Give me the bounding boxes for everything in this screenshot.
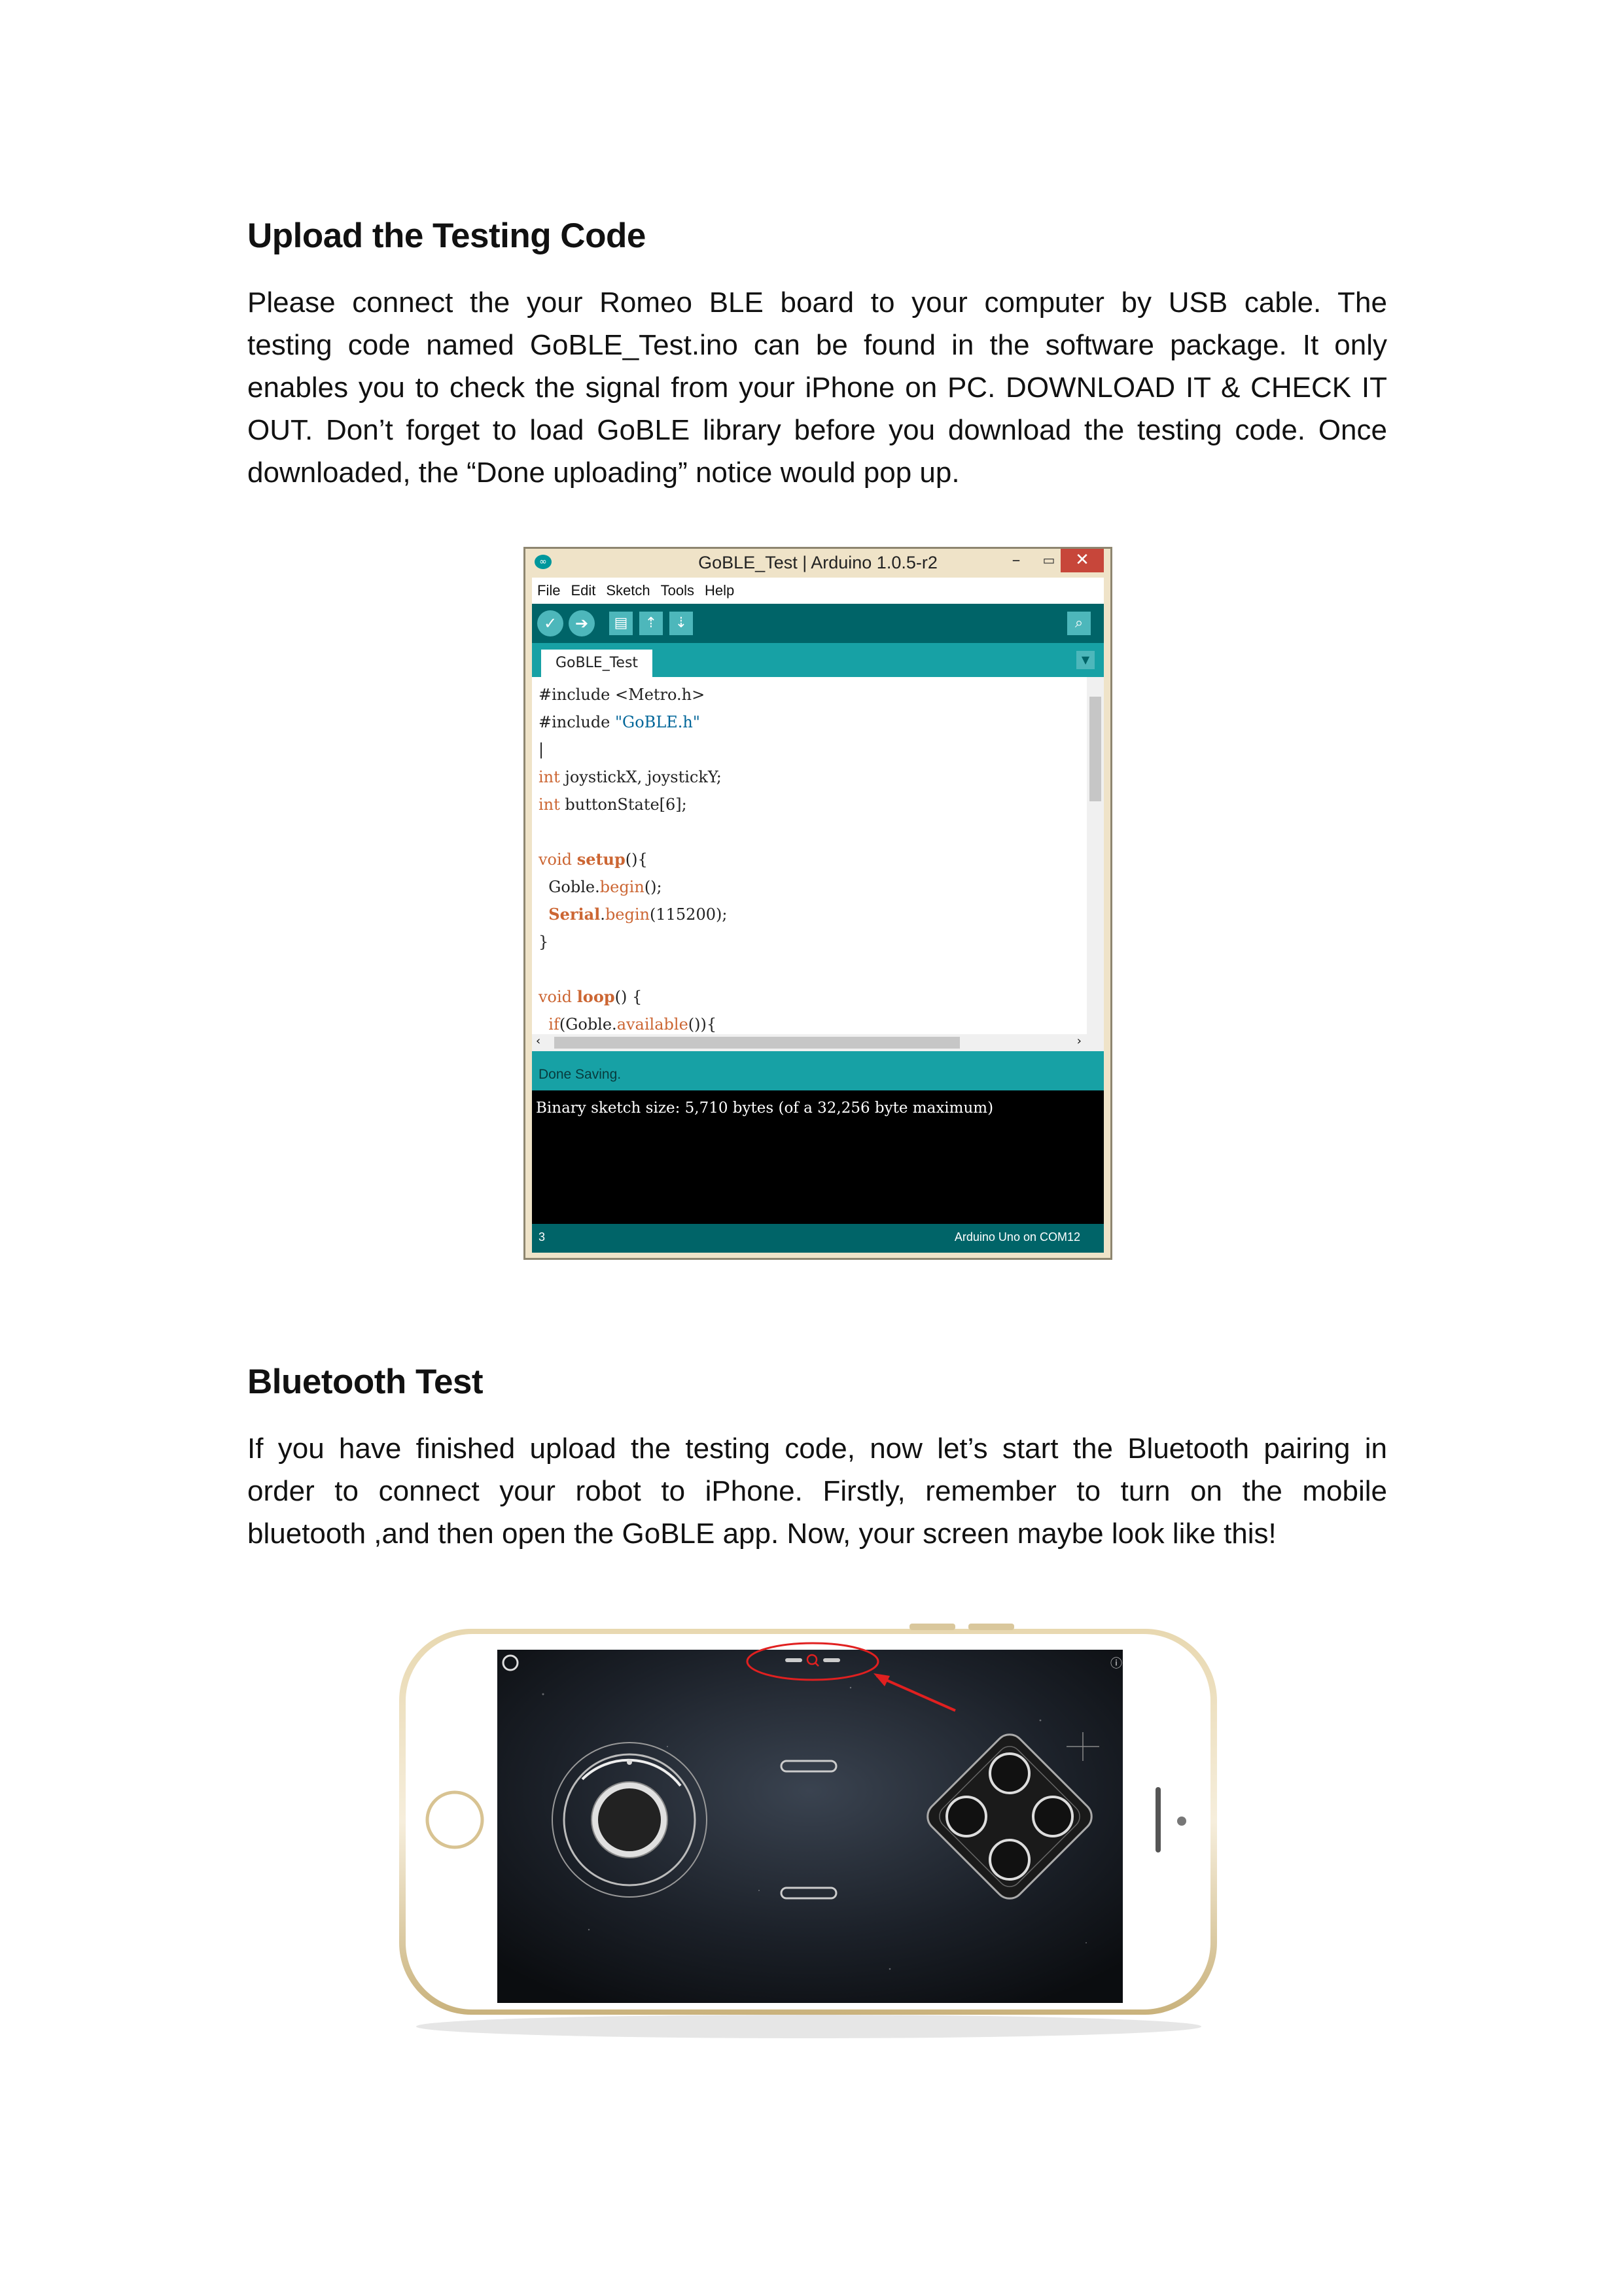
iphone-goble-screenshot: ⓘ — [393, 1616, 1225, 2041]
menu-bar: File Edit Sketch Tools Help — [532, 578, 1104, 604]
code-line: int buttonState[6]; — [538, 795, 687, 814]
horizontal-scrollbar[interactable]: ‹ › — [532, 1034, 1087, 1051]
paragraph-line: OUT. Don’t forget to load GoBLE library … — [247, 414, 1387, 446]
search-bar-right — [823, 1658, 840, 1662]
ide-body: File Edit Sketch Tools Help ✓ ➔ ▤ ⇡ ⇣ ⌕ GoBL… — [532, 578, 1104, 1253]
speaker-grille — [1156, 1787, 1161, 1852]
phone-shadow — [416, 2015, 1201, 2038]
code-line: | — [538, 740, 544, 759]
status-text: Done Saving. — [538, 1067, 622, 1082]
code-line: Goble.begin(); — [538, 878, 662, 896]
volume-button — [909, 1624, 955, 1630]
menu-item-edit[interactable]: Edit — [571, 578, 595, 604]
open-icon[interactable]: ⇡ — [639, 612, 663, 635]
iphone-illustration: ⓘ — [399, 1624, 1217, 2038]
status-bar: Done Saving. — [532, 1051, 1104, 1090]
line-number: 3 — [538, 1230, 546, 1244]
search-bar-left — [785, 1658, 802, 1662]
paragraph-line: enables you to check the signal from you… — [247, 372, 1387, 404]
scroll-thumb[interactable] — [554, 1037, 960, 1049]
section-heading-bluetooth: Bluetooth Test — [247, 1363, 484, 1401]
menu-item-sketch[interactable]: Sketch — [606, 578, 650, 604]
scroll-left-icon[interactable]: ‹ — [536, 1034, 540, 1048]
window-titlebar: ∞ GoBLE_Test | Arduino 1.0.5-r2 – ▭ ✕ — [525, 549, 1110, 576]
ide-footer: 3 Arduino Uno on COM12 — [532, 1224, 1104, 1253]
volume-button — [968, 1624, 1014, 1630]
paragraph-line: Please connect the your Romeo BLE board … — [247, 287, 1387, 319]
menu-item-tools[interactable]: Tools — [661, 578, 694, 604]
info-icon[interactable]: ⓘ — [1110, 1657, 1122, 1671]
code-line: #include <Metro.h> — [538, 686, 705, 704]
vertical-scrollbar[interactable] — [1087, 677, 1104, 1051]
button-down[interactable] — [989, 1839, 1031, 1881]
serial-monitor-icon[interactable]: ⌕ — [1067, 612, 1091, 635]
menu-item-file[interactable]: File — [537, 578, 560, 604]
code-editor[interactable]: #include <Metro.h> #include "GoBLE.h" | int… — [532, 677, 1104, 1051]
paragraph-line: order to connect your robot to iPhone. F… — [247, 1475, 1387, 1507]
paragraph-line: testing code named GoBLE_Test.ino can be… — [247, 329, 1387, 361]
scroll-right-icon[interactable]: › — [1077, 1034, 1082, 1048]
button-left[interactable] — [945, 1796, 987, 1837]
paragraph-line: downloaded, the “Done uploading” notice … — [247, 457, 960, 489]
section-paragraph-bluetooth: If you have finished upload the testing … — [247, 1427, 1387, 1555]
document-page: Upload the Testing Code Please connect t… — [0, 0, 1624, 2296]
ide-toolbar: ✓ ➔ ▤ ⇡ ⇣ ⌕ — [532, 604, 1104, 643]
tab-goble-test[interactable]: GoBLE_Test — [541, 650, 652, 677]
code-line: } — [538, 933, 549, 951]
board-info: Arduino Uno on COM12 — [954, 1230, 1080, 1244]
code-line: void setup(){ — [538, 850, 648, 869]
code-line: Serial.begin(115200); — [548, 905, 728, 924]
save-icon[interactable]: ⇣ — [669, 612, 693, 635]
section-paragraph-upload: Please connect the your Romeo BLE board … — [247, 281, 1387, 494]
code-line: void loop() { — [538, 987, 643, 1006]
section-heading-upload: Upload the Testing Code — [247, 217, 646, 255]
paragraph-line: If you have finished upload the testing … — [247, 1433, 1387, 1465]
console-text: Binary sketch size: 5,710 bytes (of a 32… — [536, 1100, 994, 1117]
code-text: #include <Metro.h> #include "GoBLE.h" | int… — [538, 681, 1082, 1051]
button-up[interactable] — [989, 1752, 1031, 1794]
menu-item-help[interactable]: Help — [705, 578, 734, 604]
verify-icon[interactable]: ✓ — [537, 610, 563, 636]
code-line: #include "GoBLE.h" — [538, 713, 700, 731]
scroll-thumb[interactable] — [1089, 697, 1101, 801]
console-output: Binary sketch size: 5,710 bytes (of a 32… — [532, 1090, 1104, 1224]
arduino-ide-window: ∞ GoBLE_Test | Arduino 1.0.5-r2 – ▭ ✕ Fi… — [523, 547, 1112, 1260]
code-line: int joystickX, joystickY; — [538, 768, 722, 786]
close-icon[interactable]: ✕ — [1061, 549, 1104, 572]
tab-menu-icon[interactable]: ▼ — [1076, 651, 1095, 669]
upload-icon[interactable]: ➔ — [569, 610, 595, 636]
new-file-icon[interactable]: ▤ — [609, 612, 633, 635]
front-camera — [1177, 1817, 1186, 1826]
button-right[interactable] — [1032, 1796, 1074, 1837]
paragraph-line: bluetooth ,and then open the GoBLE app. … — [247, 1518, 1277, 1550]
tab-row: GoBLE_Test ▼ — [532, 643, 1104, 677]
